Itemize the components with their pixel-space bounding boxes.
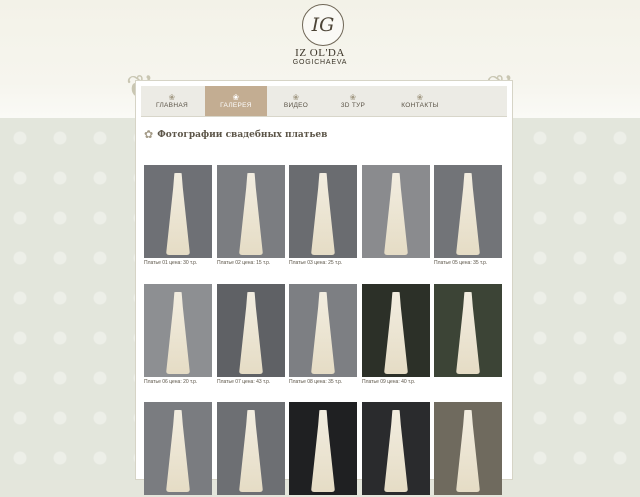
dress-photo[interactable] [144, 284, 212, 377]
dress-figure-icon [311, 173, 335, 255]
section-heading: ✿ Фотографии свадебных платьев [144, 128, 327, 141]
flower-icon: ❀ [168, 93, 176, 102]
photo-caption: Платье 01 цена: 30 т.р. [144, 260, 198, 266]
main-nav: ❀ ГЛАВНАЯ ❀ ГАЛЕРЕЯ ❀ ВИДЕО ❀ 3D ТУР ❀ К… [141, 86, 507, 117]
dress-photo[interactable] [289, 165, 357, 258]
dress-figure-icon [239, 173, 263, 255]
gallery-item[interactable] [434, 402, 502, 497]
dress-photo[interactable] [362, 284, 430, 377]
logo-monogram[interactable]: IG [302, 4, 344, 46]
photo-caption: Платье 09 цена: 40 т.р. [362, 379, 416, 385]
dress-figure-icon [166, 173, 190, 255]
brand-name: IZ OL'DA [295, 47, 345, 59]
gallery-item[interactable] [362, 402, 430, 497]
nav-home[interactable]: ❀ ГЛАВНАЯ [141, 86, 203, 116]
gallery-item[interactable]: Платье 02 цена: 15 т.р. [217, 165, 285, 266]
dress-figure-icon [384, 173, 408, 255]
flower-icon: ❀ [349, 93, 357, 102]
dress-photo[interactable] [217, 284, 285, 377]
rose-icon: ✿ [144, 128, 154, 141]
gallery-item[interactable] [144, 402, 212, 497]
dress-photo[interactable] [289, 284, 357, 377]
dress-photo[interactable] [362, 165, 430, 258]
dress-photo[interactable] [434, 165, 502, 258]
dress-figure-icon [456, 292, 480, 374]
photo-caption: Платье 02 цена: 15 т.р. [217, 260, 271, 266]
dress-figure-icon [456, 173, 480, 255]
gallery-item[interactable] [362, 165, 430, 260]
nav-label: КОНТАКТЫ [401, 102, 439, 109]
photo-caption: Платье 03 цена: 25 т.р. [289, 260, 343, 266]
nav-video[interactable]: ❀ ВИДЕО [269, 86, 323, 116]
main-content: ❀ ГЛАВНАЯ ❀ ГАЛЕРЕЯ ❀ ВИДЕО ❀ 3D ТУР ❀ К… [135, 80, 513, 495]
gallery-item[interactable]: Платье 03 цена: 25 т.р. [289, 165, 357, 266]
dress-figure-icon [384, 292, 408, 374]
nav-gallery[interactable]: ❀ ГАЛЕРЕЯ [205, 86, 267, 116]
nav-contacts[interactable]: ❀ КОНТАКТЫ [383, 86, 457, 116]
gallery-item[interactable]: Платье 09 цена: 40 т.р. [362, 284, 430, 385]
nav-3d-tour[interactable]: ❀ 3D ТУР [325, 86, 381, 116]
gallery-item[interactable]: Платье 07 цена: 43 т.р. [217, 284, 285, 385]
nav-label: ГАЛЕРЕЯ [220, 102, 252, 109]
gallery-item[interactable]: Платье 08 цена: 35 т.р. [289, 284, 357, 385]
section-title: Фотографии свадебных платьев [157, 129, 328, 140]
gallery-item[interactable] [289, 402, 357, 497]
dress-photo[interactable] [217, 165, 285, 258]
brand-subtitle: GOGICHAEVA [292, 59, 348, 66]
nav-label: ГЛАВНАЯ [156, 102, 188, 109]
flower-icon: ❀ [232, 93, 240, 102]
gallery-item[interactable]: Платье 01 цена: 30 т.р. [144, 165, 212, 266]
dress-photo[interactable] [144, 402, 212, 495]
photo-caption: Платье 08 цена: 35 т.р. [289, 379, 343, 385]
dress-photo[interactable] [144, 165, 212, 258]
dress-figure-icon [239, 292, 263, 374]
photo-caption: Платье 05 цена: 35 т.р. [434, 260, 488, 266]
gallery-item[interactable] [434, 284, 502, 379]
photo-caption: Платье 07 цена: 43 т.р. [217, 379, 271, 385]
dress-photo[interactable] [434, 284, 502, 377]
flower-icon: ❀ [416, 93, 424, 102]
dress-figure-icon [311, 292, 335, 374]
dress-figure-icon [166, 292, 190, 374]
dress-photo[interactable] [289, 402, 357, 495]
flower-icon: ❀ [292, 93, 300, 102]
nav-label: 3D ТУР [340, 102, 366, 109]
dress-photo[interactable] [217, 402, 285, 495]
dress-photo[interactable] [362, 402, 430, 495]
gallery-item[interactable]: Платье 06 цена: 20 т.р. [144, 284, 212, 385]
nav-label: ВИДЕО [283, 102, 309, 109]
gallery-item[interactable]: Платье 05 цена: 35 т.р. [434, 165, 502, 266]
gallery-item[interactable] [217, 402, 285, 497]
dress-photo[interactable] [434, 402, 502, 495]
photo-caption: Платье 06 цена: 20 т.р. [144, 379, 198, 385]
